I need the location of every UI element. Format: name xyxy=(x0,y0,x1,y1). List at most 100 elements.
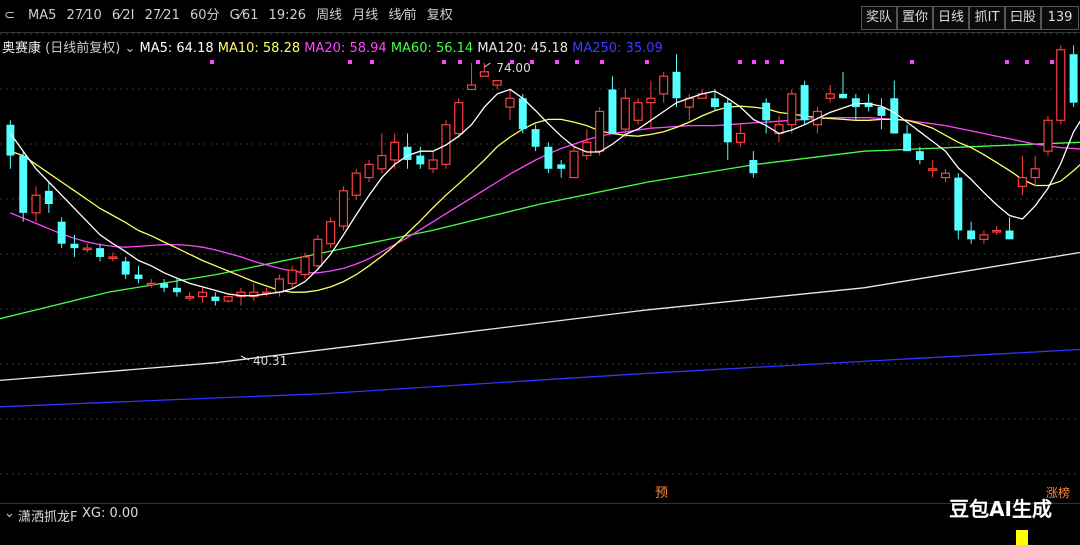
candle-body xyxy=(800,85,809,121)
candle-body xyxy=(96,248,105,257)
signal-marker xyxy=(780,60,784,64)
marker-yu: 预 xyxy=(655,486,668,501)
candle-body xyxy=(211,296,220,302)
ma5-label: MA5: 64.18 xyxy=(139,41,214,56)
ma20-line xyxy=(10,117,1080,274)
candle-body xyxy=(903,133,912,152)
signal-marker xyxy=(442,60,446,64)
candle-body xyxy=(839,93,847,99)
signal-marker xyxy=(1005,60,1009,64)
candle-body xyxy=(851,98,860,108)
candle-body xyxy=(518,98,527,130)
signal-marker xyxy=(458,60,462,64)
candle-body xyxy=(582,141,592,157)
candle-body xyxy=(544,146,553,169)
candle-body xyxy=(121,261,130,275)
candle-body xyxy=(44,190,53,205)
signal-marker xyxy=(1050,60,1054,64)
candle-body xyxy=(1030,168,1040,179)
candle-body xyxy=(620,97,630,130)
signal-marker xyxy=(910,60,914,64)
ma250-line xyxy=(0,348,1080,408)
indicator-bar: ⌄ 潇洒抓龙F XG: 0.00 xyxy=(0,503,1080,526)
indicator-name[interactable]: 潇洒抓龙F xyxy=(18,506,77,525)
candle-body xyxy=(1056,49,1066,121)
candle-body xyxy=(672,71,681,99)
candle-body xyxy=(723,102,732,143)
candle-body xyxy=(646,97,656,104)
candle-body xyxy=(185,296,195,299)
signal-marker xyxy=(765,60,769,64)
candle-body xyxy=(531,129,540,147)
candle-body xyxy=(274,278,284,293)
ma120-label: MA120: 45.18 xyxy=(477,41,568,56)
candle-body xyxy=(454,102,464,135)
candle-body xyxy=(710,98,719,108)
candle-body xyxy=(300,256,310,276)
candle-body xyxy=(351,172,361,196)
signal-marker xyxy=(210,60,214,64)
ma60-line xyxy=(0,141,1080,320)
candle-body xyxy=(338,190,349,227)
candle-body xyxy=(633,102,643,121)
candle-body xyxy=(825,93,835,99)
candle-body xyxy=(749,159,758,174)
ma250-label: MA250: 35.09 xyxy=(572,41,663,56)
signal-marker xyxy=(645,60,649,64)
candle-body xyxy=(569,150,579,179)
ma10-label: MA10: 58.28 xyxy=(217,41,301,56)
candle-body xyxy=(70,243,79,249)
signal-marker xyxy=(738,60,742,64)
candle-body xyxy=(19,155,28,213)
candle-body xyxy=(287,269,297,284)
candle-body xyxy=(146,282,156,286)
candle-body xyxy=(377,154,387,170)
chart-mode: (日线前复权) xyxy=(45,41,121,56)
signal-marker xyxy=(476,60,480,64)
candle-body xyxy=(108,256,118,260)
candle-body xyxy=(479,71,489,77)
signal-marker xyxy=(348,60,352,64)
dropdown-icon[interactable]: ⌄ xyxy=(124,41,135,56)
candle-body xyxy=(877,107,886,116)
candle-body xyxy=(505,97,515,108)
candle-body xyxy=(172,287,181,293)
candle-body xyxy=(608,89,617,134)
candle-body xyxy=(979,234,989,240)
candle-body xyxy=(6,124,15,156)
watermark: 豆包AI生成 xyxy=(949,497,1052,521)
signal-marker xyxy=(1025,60,1029,64)
candle-body xyxy=(160,283,169,288)
signal-marker xyxy=(600,60,604,64)
candle-body xyxy=(364,163,374,179)
candle-body xyxy=(1043,119,1053,152)
candle-body xyxy=(31,194,41,214)
candle-body xyxy=(1005,230,1014,240)
candle-body xyxy=(967,230,976,240)
chart-legend: 奥赛康 (日线前复权) ⌄ MA5: 64.18 MA10: 58.28 MA2… xyxy=(2,37,663,56)
candle-body xyxy=(428,159,438,170)
low-label: 40.31 xyxy=(253,354,287,368)
signal-marker xyxy=(555,60,559,64)
candle-body xyxy=(890,98,899,134)
candle-body xyxy=(416,155,425,165)
high-pointer xyxy=(484,62,491,68)
signal-marker xyxy=(370,60,374,64)
candle-body xyxy=(1017,177,1027,188)
stock-name: 奥赛康 xyxy=(2,41,42,56)
candle-body xyxy=(223,296,233,302)
candle-body xyxy=(735,132,746,143)
candle-body xyxy=(1069,54,1078,103)
kline-chart[interactable]: 74.0040.31预 涨榜 xyxy=(0,0,1080,545)
candle-body xyxy=(992,229,1002,233)
candle-body xyxy=(492,80,502,86)
ma60-label: MA60: 56.14 xyxy=(390,41,474,56)
indicator-value: XG: 0.00 xyxy=(82,506,139,521)
candle-body xyxy=(595,110,605,152)
signal-marker xyxy=(752,60,756,64)
ma5-line xyxy=(9,88,1080,297)
candle-body xyxy=(787,93,797,126)
indicator-dropdown-icon[interactable]: ⌄ xyxy=(4,506,15,521)
candle-body xyxy=(940,172,951,179)
candle-body xyxy=(762,102,771,121)
